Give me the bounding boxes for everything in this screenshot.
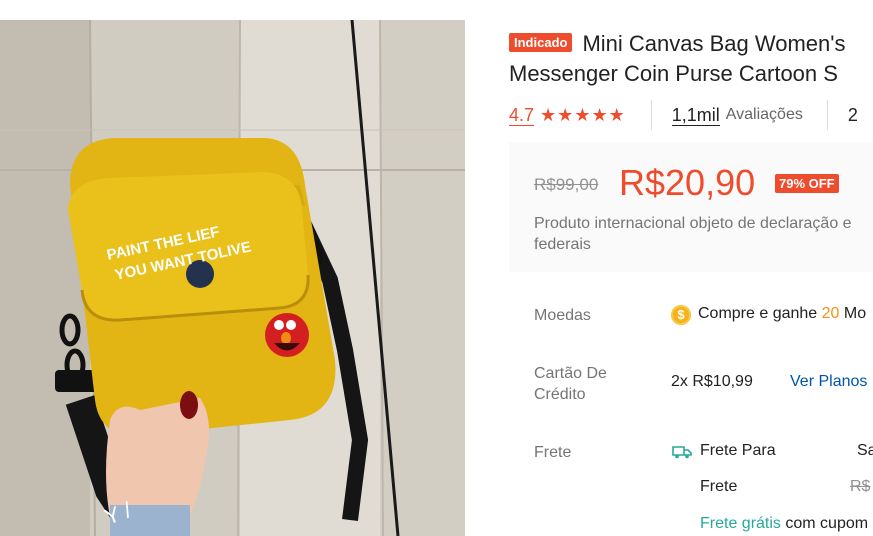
installment-value: 2x R$10,99	[671, 373, 753, 390]
view-plans-link[interactable]: Ver Planos	[790, 373, 867, 391]
product-title-line2: Messenger Coin Purse Cartoon S	[509, 61, 838, 86]
free-shipping-suffix: com cupom	[780, 515, 869, 532]
product-title: Indicado Mini Canvas Bag Women's	[509, 28, 873, 59]
rating-score[interactable]: 4.7	[509, 105, 535, 126]
sold-count: 2	[847, 104, 858, 125]
shipping-old-cost: R$	[850, 478, 871, 495]
product-image[interactable]: Y / PAINT THE LIEF YOU WANT TOLIVE	[0, 20, 465, 536]
shipping-destination[interactable]: Sa	[857, 442, 873, 460]
rating-stars: ★ ★ ★ ★ ★	[540, 106, 625, 124]
product-title-line1: Mini Canvas Bag Women's	[582, 31, 846, 56]
international-note: Produto internacional objeto de declaraç…	[534, 215, 852, 253]
reviews-count[interactable]: 1,1mil	[671, 105, 720, 126]
divider	[826, 100, 828, 130]
coins-label: Moedas	[534, 307, 591, 324]
star-icon: ★	[608, 105, 625, 125]
recommended-badge: Indicado	[509, 33, 573, 52]
shipping-to-label: Frete Para	[700, 442, 776, 459]
star-icon: ★	[557, 105, 574, 125]
original-price: R$99,00	[534, 175, 599, 194]
credit-card-label: Cartão De Crédito	[534, 365, 607, 403]
divider	[650, 100, 652, 130]
coins-prefix: Compre e ganhe	[698, 305, 822, 322]
current-price: R$20,90	[619, 162, 756, 203]
coins-amount: 20	[821, 305, 840, 322]
star-icon: ★	[574, 105, 591, 125]
discount-badge: 79% OFF	[775, 174, 839, 193]
shipping-cost-label: Frete	[700, 478, 738, 495]
price-panel: R$99,00 R$20,90 79% OFF Produto internac…	[509, 142, 873, 272]
shipping-label: Frete	[534, 444, 572, 461]
free-shipping-text: Frete grátis com cupom	[700, 515, 868, 533]
coins-text: Compre e ganhe 20 Mo	[698, 305, 866, 323]
free-shipping-label: Frete grátis	[700, 515, 781, 532]
star-icon: ★	[591, 105, 608, 125]
reviews-label: Avaliações	[725, 106, 803, 123]
coin-icon	[671, 305, 691, 325]
free-shipping-truck-icon	[671, 444, 693, 465]
coins-suffix: Mo	[839, 305, 867, 322]
product-photo: Y / PAINT THE LIEF YOU WANT TOLIVE	[0, 20, 465, 536]
rating-row: 4.7 ★ ★ ★ ★ ★ 1,1mil Avaliações 2	[509, 100, 873, 130]
star-icon: ★	[540, 105, 557, 125]
